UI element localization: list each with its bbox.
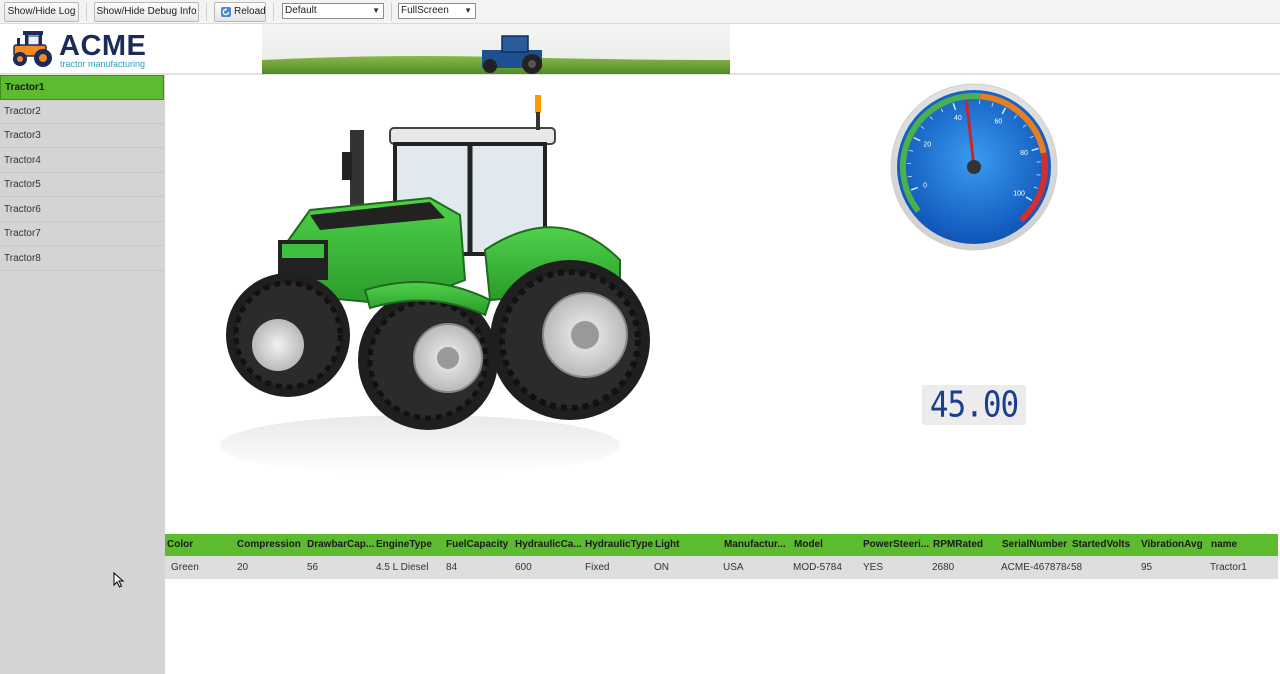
gauge-tick-label: 80 xyxy=(1020,150,1028,157)
column-header[interactable]: FuelCapacity xyxy=(444,534,513,556)
digital-readout-value: 45.00 xyxy=(929,384,1019,426)
chevron-down-icon: ▼ xyxy=(464,6,472,15)
display-mode-select-value: FullScreen xyxy=(401,5,449,16)
logo-subtitle: tractor manufacturing xyxy=(60,59,146,69)
gauge-tick-label: 40 xyxy=(954,115,962,122)
table-cell: USA xyxy=(723,562,744,573)
gauge-tick-label: 60 xyxy=(995,119,1003,126)
column-header[interactable]: Color xyxy=(165,534,235,556)
header: ACME tractor manufacturing xyxy=(0,24,1280,75)
show-hide-log-button[interactable]: Show/Hide Log xyxy=(4,2,79,22)
toolbar-separator xyxy=(206,3,207,21)
acme-logo: ACME tractor manufacturing xyxy=(8,29,158,71)
reload-label: Reload xyxy=(234,6,266,17)
column-header[interactable]: Manufactur... xyxy=(722,534,792,556)
column-header[interactable]: DrawbarCap... xyxy=(305,534,374,556)
sidebar-item-tractor1[interactable]: Tractor1 xyxy=(0,75,164,100)
banner-image xyxy=(262,24,730,74)
main-panel: 0 20 40 60 80 100 45.00 Color Compression Dra… xyxy=(165,75,1280,674)
table-header-row: Color Compression DrawbarCap... EngineTy… xyxy=(165,534,1278,556)
column-header[interactable]: Compression xyxy=(235,534,305,556)
table-cell: Green xyxy=(171,562,199,573)
table-cell: Fixed xyxy=(585,562,610,573)
table-cell: 56 xyxy=(307,562,319,573)
table-cell: 95 xyxy=(1141,562,1153,573)
table-cell: YES xyxy=(863,562,884,573)
column-header[interactable]: SerialNumber xyxy=(1000,534,1070,556)
display-mode-select[interactable]: FullScreen ▼ xyxy=(398,3,476,19)
gauge-tick-label: 100 xyxy=(1013,191,1025,198)
table-cell: 2680 xyxy=(932,562,955,573)
show-hide-debug-button[interactable]: Show/Hide Debug Info xyxy=(94,2,199,22)
toolbar-separator xyxy=(273,3,274,21)
sidebar-item-tractor8[interactable]: Tractor8 xyxy=(0,247,164,271)
column-header[interactable]: RPMRated xyxy=(931,534,1000,556)
table-cell: 20 xyxy=(237,562,249,573)
gauge-tick-label: 0 xyxy=(923,182,927,189)
chevron-down-icon: ▼ xyxy=(372,6,380,15)
column-header[interactable]: VibrationAvg xyxy=(1139,534,1209,556)
sidebar-item-tractor3[interactable]: Tractor3 xyxy=(0,124,164,148)
table-cell: 4.5 L Diesel xyxy=(376,562,429,573)
reload-button[interactable]: Reload xyxy=(214,2,266,22)
tractor-logo-icon xyxy=(13,31,52,67)
column-header[interactable]: StartedVolts xyxy=(1070,534,1139,556)
sidebar-item-tractor5[interactable]: Tractor5 xyxy=(0,173,164,197)
theme-select-value: Default xyxy=(285,5,317,16)
table-row[interactable]: Green 20 56 4.5 L Diesel 84 600 Fixed ON… xyxy=(165,556,1278,579)
column-header[interactable]: HydraulicType xyxy=(583,534,653,556)
table-cell: Tractor1 xyxy=(1210,562,1247,573)
table-cell: ON xyxy=(654,562,669,573)
sidebar-item-tractor6[interactable]: Tractor6 xyxy=(0,198,164,222)
theme-select[interactable]: Default ▼ xyxy=(282,3,384,19)
toolbar: Show/Hide Log Show/Hide Debug Info Reloa… xyxy=(0,0,1280,24)
column-header[interactable]: EngineType xyxy=(374,534,444,556)
table-cell: MOD-5784 xyxy=(793,562,842,573)
toolbar-separator xyxy=(86,3,87,21)
column-header[interactable]: Model xyxy=(792,534,861,556)
column-header[interactable]: HydraulicCa... xyxy=(513,534,583,556)
column-header[interactable]: Light xyxy=(653,534,722,556)
table-cell: 600 xyxy=(515,562,532,573)
column-header[interactable]: PowerSteeri... xyxy=(861,534,931,556)
sidebar-item-tractor7[interactable]: Tractor7 xyxy=(0,222,164,246)
table-cell: ACME-4678784 xyxy=(1001,562,1070,573)
sidebar-item-tractor4[interactable]: Tractor4 xyxy=(0,149,164,173)
sidebar: Tractor1 Tractor2 Tractor3 Tractor4 Trac… xyxy=(0,75,165,674)
gauge-hub xyxy=(967,160,981,174)
tractor-image xyxy=(220,95,650,475)
table-cell: 84 xyxy=(446,562,458,573)
digital-readout: 45.00 xyxy=(922,384,1026,426)
speed-gauge: 0 20 40 60 80 100 xyxy=(890,83,1058,251)
sidebar-item-tractor2[interactable]: Tractor2 xyxy=(0,100,164,124)
mouse-cursor-icon xyxy=(113,572,125,588)
gauge-tick-label: 20 xyxy=(923,142,931,149)
column-header[interactable]: name xyxy=(1209,534,1278,556)
reload-icon xyxy=(221,7,231,17)
toolbar-separator xyxy=(391,3,392,21)
table-cell: 58 xyxy=(1071,562,1083,573)
